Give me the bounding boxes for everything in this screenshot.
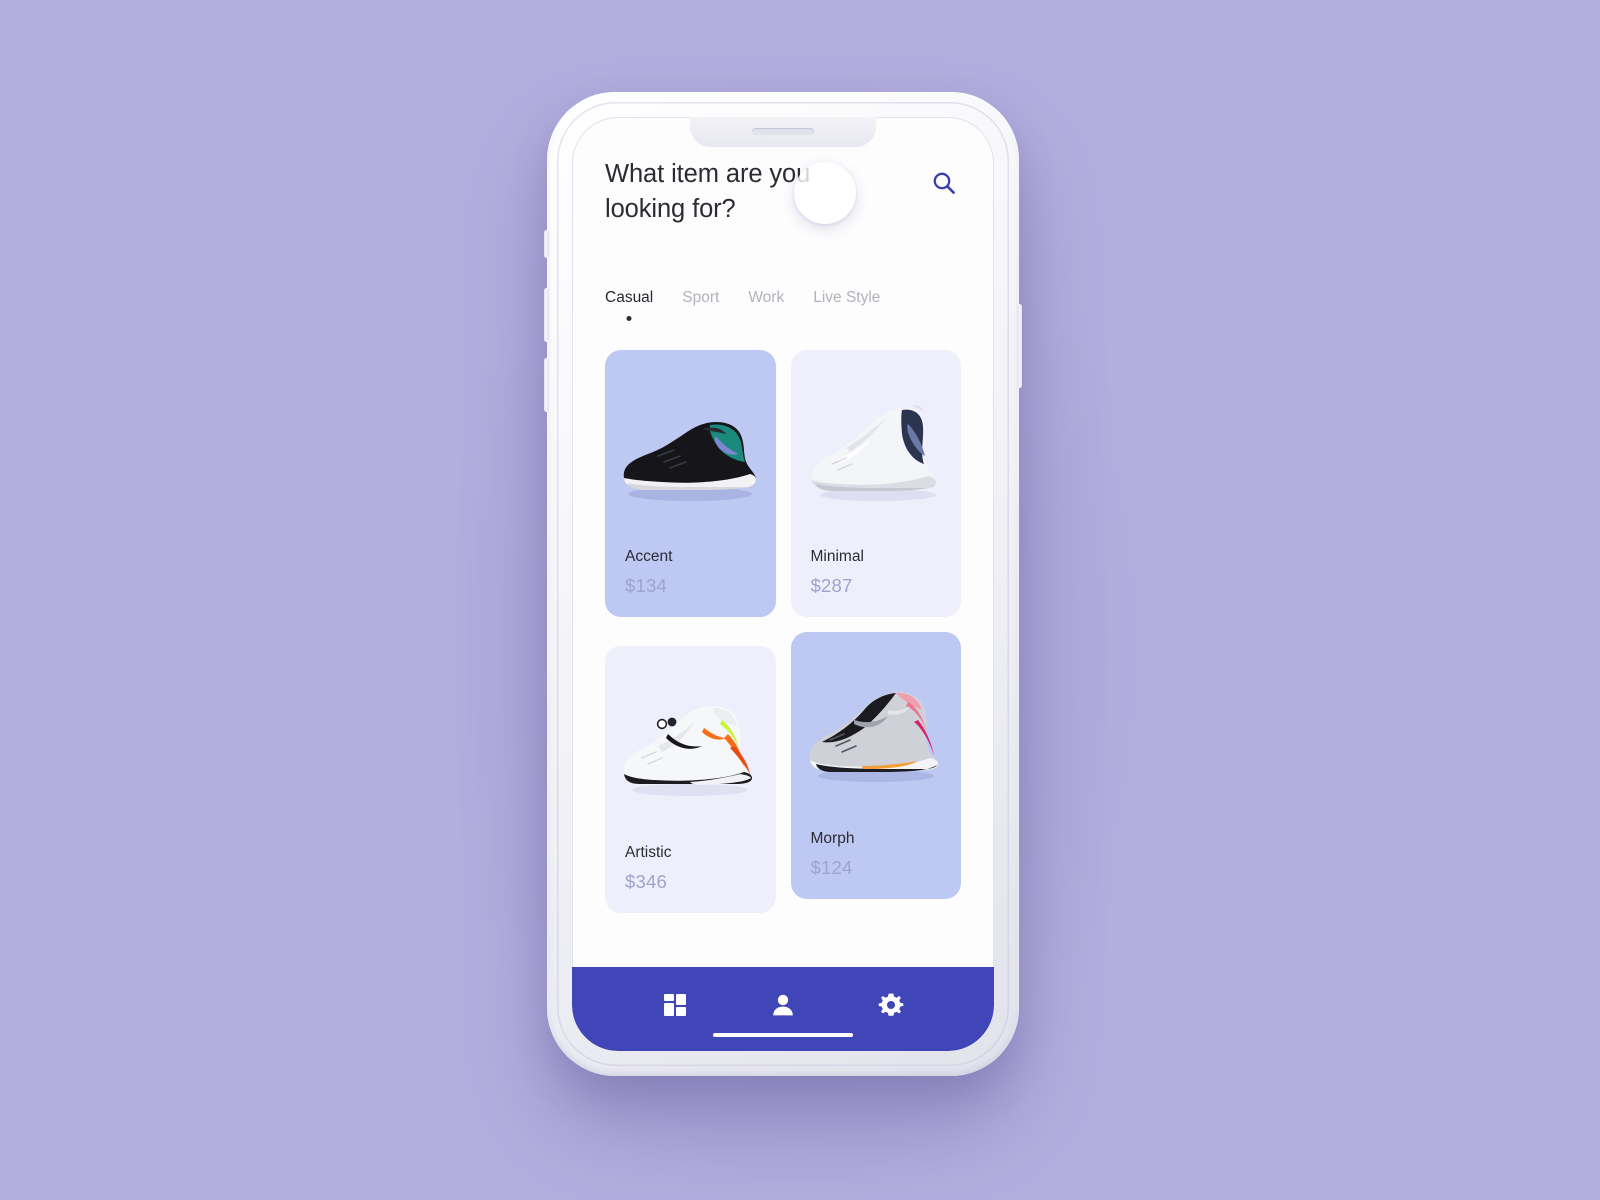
tab-live-style[interactable]: Live Style xyxy=(813,289,880,321)
white-air-sneaker-icon xyxy=(811,405,936,501)
product-name-accent: Accent xyxy=(625,548,673,565)
product-card-minimal[interactable]: Minimal $287 xyxy=(790,350,962,617)
white-orange-trainer-icon xyxy=(623,706,753,796)
bottom-navigation-bar xyxy=(572,967,994,1051)
category-tabs: Casual Sport Work Live Style xyxy=(572,289,994,321)
dashboard-grid-icon xyxy=(664,994,686,1016)
home-indicator-bar[interactable] xyxy=(713,1033,853,1037)
product-price-accent: $134 xyxy=(625,575,667,596)
product-name-artistic: Artistic xyxy=(625,844,672,861)
page-title: What item are you looking for? xyxy=(605,160,811,223)
product-name-minimal: Minimal xyxy=(810,548,864,565)
product-image-minimal xyxy=(791,364,962,536)
product-image-artistic xyxy=(605,660,776,832)
tab-live-style-label: Live Style xyxy=(813,289,881,306)
gear-icon xyxy=(878,993,904,1016)
product-price-morph: $124 xyxy=(810,857,853,878)
search-button[interactable] xyxy=(927,166,961,200)
silent-switch-button[interactable] xyxy=(544,230,549,258)
nav-item-settings[interactable] xyxy=(875,989,907,1021)
product-card-artistic[interactable]: Artistic $346 xyxy=(605,646,776,913)
person-icon xyxy=(773,994,793,1016)
grey-pink-sneaker-icon xyxy=(809,692,938,782)
search-icon xyxy=(933,172,955,194)
tab-work[interactable]: Work xyxy=(748,289,784,321)
earpiece-speaker xyxy=(752,128,814,135)
tab-sport[interactable]: Sport xyxy=(682,289,719,321)
tab-sport-label: Sport xyxy=(682,289,720,306)
tab-work-label: Work xyxy=(748,289,785,306)
product-card-accent[interactable]: Accent $134 xyxy=(605,350,776,617)
tab-casual[interactable]: Casual xyxy=(605,289,653,321)
phone-screen: What item are you looking for? Casual Sp… xyxy=(572,117,994,1051)
nav-item-dashboard[interactable] xyxy=(659,989,691,1021)
black-teal-runner-icon xyxy=(623,422,757,501)
device-notch xyxy=(690,117,876,147)
power-button[interactable] xyxy=(1017,304,1022,388)
app-header: What item are you looking for? xyxy=(572,157,994,227)
product-image-morph xyxy=(791,646,962,818)
product-price-minimal: $287 xyxy=(810,575,853,596)
volume-down-button[interactable] xyxy=(544,358,549,412)
product-card-morph[interactable]: Morph $124 xyxy=(790,632,962,899)
tab-casual-label: Casual xyxy=(605,289,654,306)
product-image-accent xyxy=(605,364,776,536)
product-name-morph: Morph xyxy=(810,830,855,847)
phone-device-frame: What item are you looking for? Casual Sp… xyxy=(544,92,1022,1076)
nav-item-profile[interactable] xyxy=(767,989,799,1021)
volume-up-button[interactable] xyxy=(544,288,549,342)
product-grid: Accent $134 Minimal $287 Artistic $346 M… xyxy=(605,350,961,913)
product-price-artistic: $346 xyxy=(625,871,667,892)
active-tab-dot xyxy=(626,316,632,321)
